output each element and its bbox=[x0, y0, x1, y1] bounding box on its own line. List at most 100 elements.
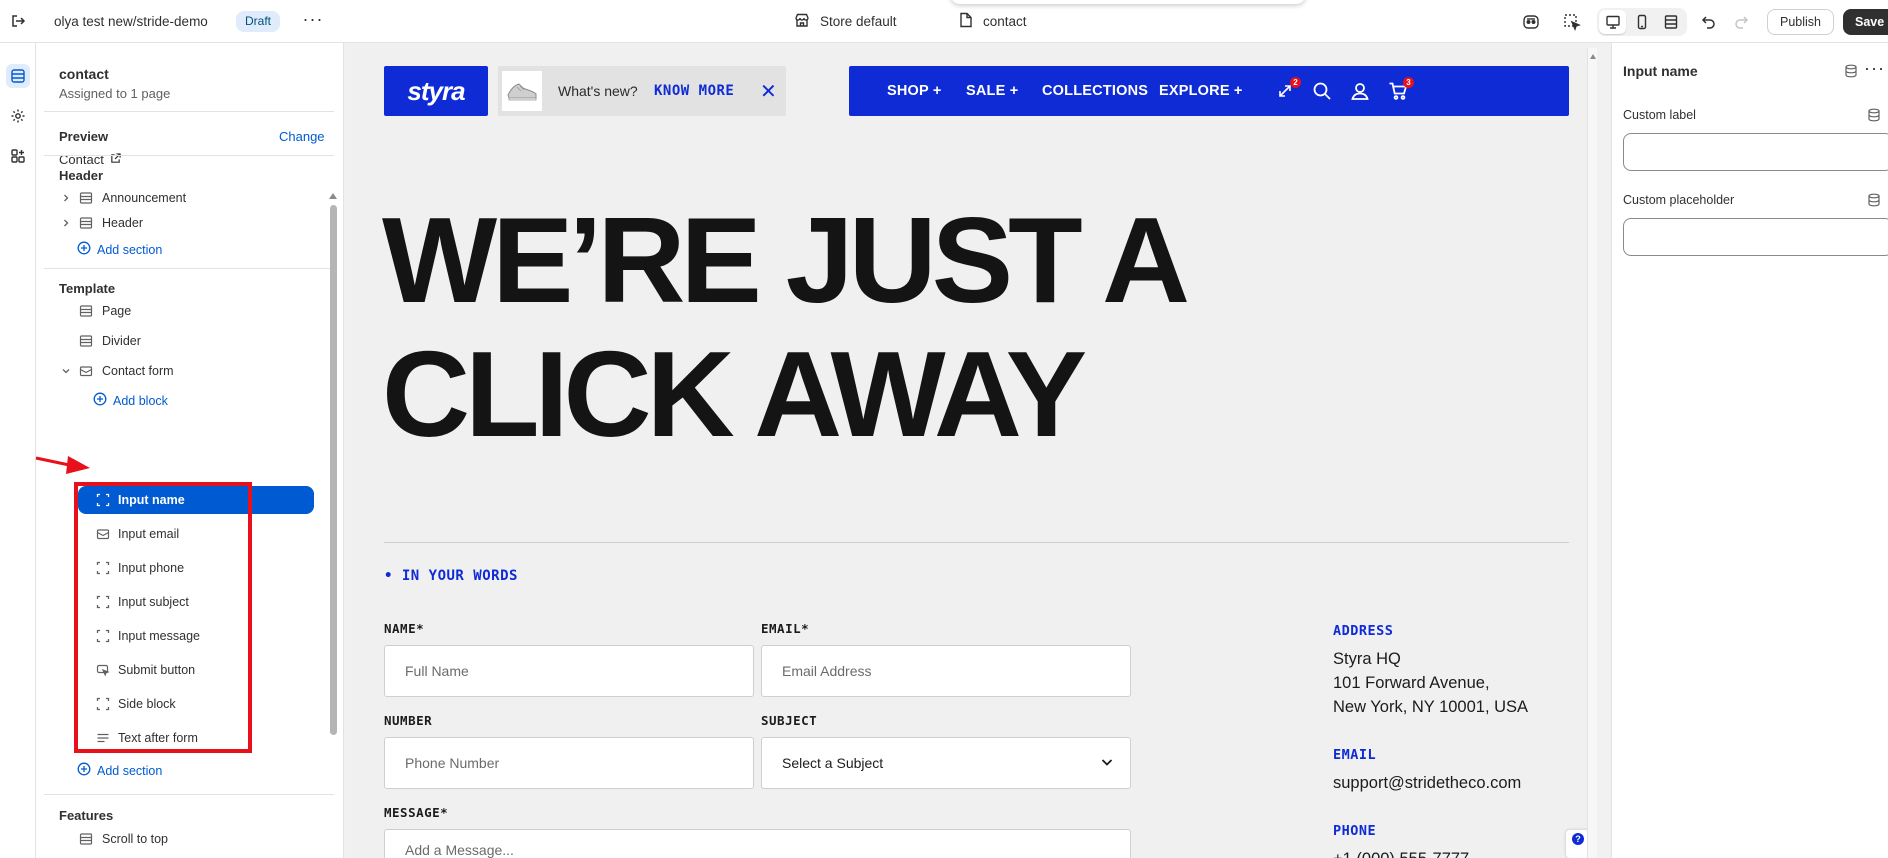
chevron-down-icon[interactable] bbox=[59, 367, 73, 375]
block-item-input-email[interactable]: Input email bbox=[78, 520, 314, 548]
database-icon[interactable] bbox=[1867, 193, 1881, 210]
header-group-title: Header bbox=[59, 168, 104, 183]
block-item-input-phone[interactable]: Input phone bbox=[78, 554, 314, 582]
mobile-icon[interactable] bbox=[1628, 10, 1655, 34]
nav-explore[interactable]: EXPLORE + bbox=[1159, 83, 1243, 99]
features-group-title: Features bbox=[59, 808, 114, 823]
page-icon bbox=[959, 12, 973, 31]
database-icon[interactable] bbox=[1844, 64, 1858, 81]
block-item-side-block[interactable]: Side block bbox=[78, 690, 314, 718]
add-section-template-button[interactable]: Add section bbox=[77, 762, 162, 779]
email-field[interactable]: Email Address bbox=[761, 645, 1131, 697]
nav-sale[interactable]: SALE + bbox=[966, 83, 1018, 99]
sections-icon[interactable] bbox=[6, 64, 30, 88]
block-item-text-after-form[interactable]: Text after form bbox=[78, 724, 314, 752]
phone-info-value[interactable]: +1 (000) 555-7777 bbox=[1333, 847, 1469, 858]
scrollbar-up-arrow[interactable] bbox=[1590, 54, 1596, 59]
more-actions-button[interactable]: ··· bbox=[300, 10, 326, 33]
page-hero-heading: WE’RE JUST A CLICK AWAY bbox=[382, 193, 1282, 461]
main-navigation: SHOP + SALE + COLLECTIONS EXPLORE + 2 3 bbox=[849, 66, 1569, 116]
sidebar-scrollbar[interactable] bbox=[330, 205, 337, 735]
redo-icon[interactable] bbox=[1729, 10, 1753, 34]
custom-label-input[interactable] bbox=[1623, 133, 1888, 171]
store-icon bbox=[794, 12, 810, 31]
section-sidebar: contact Assigned to 1 page Preview Chang… bbox=[36, 43, 344, 858]
form-eyebrow: • IN YOUR WORDS bbox=[384, 568, 518, 584]
plus-circle-icon bbox=[93, 392, 107, 409]
block-item-input-subject[interactable]: Input subject bbox=[78, 588, 314, 616]
cart-icon[interactable]: 3 bbox=[1386, 77, 1414, 103]
block-item-input-message[interactable]: Input message bbox=[78, 622, 314, 650]
section-item-label: Scroll to top bbox=[102, 832, 169, 846]
apps-icon[interactable] bbox=[6, 144, 30, 168]
hero-line: CLICK AWAY bbox=[382, 326, 1087, 462]
block-item-input-name[interactable]: Input name bbox=[78, 486, 314, 514]
annotation-arrow bbox=[35, 456, 90, 474]
account-icon[interactable] bbox=[1348, 79, 1372, 103]
preview-scrollbar[interactable] bbox=[1587, 48, 1597, 858]
custom-label-label: Custom label bbox=[1623, 108, 1696, 122]
section-item-page[interactable]: Page bbox=[59, 301, 131, 321]
store-name[interactable]: olya test new/stride-demo bbox=[54, 14, 208, 29]
preview-label: Preview bbox=[59, 129, 109, 144]
plus-circle-icon bbox=[77, 762, 91, 779]
section-item-header[interactable]: Header bbox=[59, 213, 143, 233]
full-width-icon[interactable] bbox=[1658, 10, 1685, 34]
ai-assistant-icon[interactable] bbox=[1519, 10, 1543, 34]
block-item-label: Side block bbox=[118, 697, 176, 711]
section-item-contact-form[interactable]: Contact form bbox=[59, 361, 174, 381]
form-icon bbox=[75, 364, 97, 378]
compare-icon[interactable]: 2 bbox=[1273, 77, 1301, 103]
close-icon[interactable]: ✕ bbox=[760, 79, 777, 104]
store-context-selector[interactable]: Store default bbox=[794, 12, 897, 31]
search-icon[interactable] bbox=[1310, 79, 1334, 103]
block-item-submit-button[interactable]: Submit button bbox=[78, 656, 314, 684]
custom-placeholder-input[interactable] bbox=[1623, 218, 1888, 256]
template-group-title: Template bbox=[59, 281, 116, 296]
scrollbar-up-arrow[interactable] bbox=[329, 193, 337, 199]
block-item-label: Text after form bbox=[118, 731, 198, 745]
nav-collections[interactable]: COLLECTIONS bbox=[1042, 83, 1148, 99]
phone-field[interactable]: Phone Number bbox=[384, 737, 754, 789]
page-selector[interactable]: contact bbox=[959, 12, 1027, 31]
question-icon: ? bbox=[1572, 833, 1584, 845]
dropdown-popover-edge bbox=[950, 0, 1306, 4]
chevron-right-icon[interactable] bbox=[59, 219, 73, 227]
publish-button[interactable]: Publish bbox=[1767, 9, 1834, 35]
section-item-announcement[interactable]: Announcement bbox=[59, 188, 186, 208]
add-block-button[interactable]: Add block bbox=[93, 392, 168, 409]
more-actions-button[interactable]: ··· bbox=[1864, 58, 1885, 79]
undo-icon[interactable] bbox=[1697, 10, 1721, 34]
name-label: NAME* bbox=[384, 621, 425, 636]
database-icon[interactable] bbox=[1867, 108, 1881, 125]
dashed-square-icon bbox=[92, 561, 114, 575]
message-label: MESSAGE* bbox=[384, 805, 449, 820]
name-field[interactable]: Full Name bbox=[384, 645, 754, 697]
know-more-link[interactable]: KNOW MORE bbox=[654, 83, 734, 99]
change-preview-link[interactable]: Change bbox=[279, 129, 325, 144]
brand-logo[interactable]: styra bbox=[384, 66, 488, 116]
add-section-label: Add section bbox=[97, 763, 163, 778]
store-context-label: Store default bbox=[820, 14, 897, 29]
left-rail bbox=[0, 43, 36, 858]
theme-settings-icon[interactable] bbox=[6, 104, 30, 128]
email-info-value[interactable]: support@stridetheco.com bbox=[1333, 771, 1521, 795]
top-bar: olya test new/stride-demo Draft ··· Stor… bbox=[0, 0, 1888, 43]
chevron-right-icon[interactable] bbox=[59, 194, 73, 202]
shoe-image bbox=[502, 71, 542, 111]
section-item-divider[interactable]: Divider bbox=[59, 331, 141, 351]
section-item-scroll-to-top[interactable]: Scroll to top bbox=[59, 829, 168, 849]
desktop-icon[interactable] bbox=[1599, 10, 1627, 34]
subject-select-value: Select a Subject bbox=[782, 755, 884, 771]
nav-shop[interactable]: SHOP + bbox=[887, 83, 942, 99]
custom-placeholder-label: Custom placeholder bbox=[1623, 193, 1735, 207]
section-divider bbox=[384, 542, 1569, 543]
subject-select[interactable]: Select a Subject bbox=[761, 737, 1131, 789]
message-field[interactable]: Add a Message... bbox=[384, 829, 1131, 858]
text-lines-icon bbox=[92, 731, 114, 745]
save-button[interactable]: Save bbox=[1843, 9, 1888, 35]
section-icon bbox=[75, 191, 97, 205]
inspector-select-icon[interactable] bbox=[1560, 10, 1584, 34]
exit-icon[interactable] bbox=[8, 11, 28, 31]
add-section-header-button[interactable]: Add section bbox=[77, 241, 162, 258]
